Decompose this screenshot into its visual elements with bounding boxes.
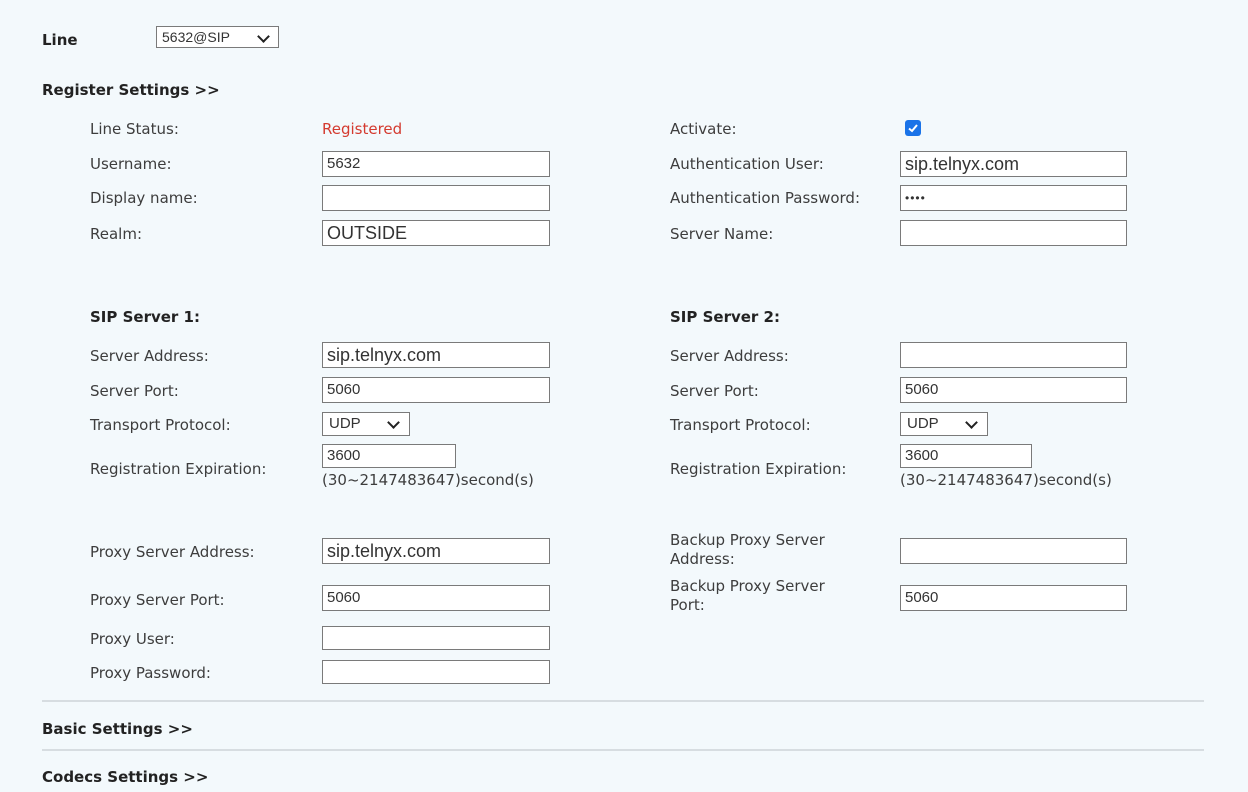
backup-proxy-address-label-line1: Backup Proxy Server (670, 531, 825, 549)
activate-label: Activate: (670, 120, 737, 138)
line-label: Line (42, 31, 78, 49)
sip2-address-label: Server Address: (670, 347, 789, 365)
basic-settings-header[interactable]: Basic Settings >> (42, 720, 193, 738)
sip-server-1-header: SIP Server 1: (90, 308, 200, 326)
auth-password-input[interactable]: •••• (900, 185, 1127, 211)
auth-user-label: Authentication User: (670, 155, 824, 173)
line-status-label: Line Status: (90, 120, 179, 138)
proxy-address-label: Proxy Server Address: (90, 543, 255, 561)
sip1-expiration-input[interactable]: 3600 (322, 444, 456, 468)
line-select-value: 5632@SIP (162, 29, 230, 45)
sip2-expiration-input[interactable]: 3600 (900, 444, 1032, 468)
backup-proxy-port-label: Backup Proxy Server Port: (670, 577, 825, 615)
line-select[interactable]: 5632@SIP (156, 26, 279, 48)
realm-label: Realm: (90, 225, 143, 243)
sip1-transport-label: Transport Protocol: (90, 416, 231, 434)
sip1-transport-value: UDP (329, 415, 361, 432)
chevron-down-icon (965, 416, 978, 429)
realm-input[interactable]: OUTSIDE (322, 220, 550, 246)
divider (42, 700, 1204, 702)
backup-proxy-port-input[interactable]: 5060 (900, 585, 1127, 611)
register-settings-header[interactable]: Register Settings >> (42, 81, 220, 99)
activate-checkbox[interactable] (905, 120, 921, 136)
sip2-expiration-label: Registration Expiration: (670, 460, 847, 478)
sip2-transport-select[interactable]: UDP (900, 412, 988, 436)
sip1-address-label: Server Address: (90, 347, 209, 365)
sip1-expiration-hint: (30~2147483647)second(s) (322, 471, 534, 489)
sip1-address-input[interactable]: sip.telnyx.com (322, 342, 550, 368)
display-name-input[interactable] (322, 185, 550, 211)
sip2-address-input[interactable] (900, 342, 1127, 368)
sip2-transport-label: Transport Protocol: (670, 416, 811, 434)
sip1-port-input[interactable]: 5060 (322, 377, 550, 403)
proxy-port-label: Proxy Server Port: (90, 591, 225, 609)
auth-user-input[interactable]: sip.telnyx.com (900, 151, 1127, 177)
proxy-password-label: Proxy Password: (90, 664, 211, 682)
sip-server-2-header: SIP Server 2: (670, 308, 780, 326)
backup-proxy-address-label: Backup Proxy Server Address: (670, 531, 825, 569)
sip1-transport-select[interactable]: UDP (322, 412, 410, 436)
display-name-label: Display name: (90, 189, 198, 207)
chevron-down-icon (387, 416, 400, 429)
proxy-address-input[interactable]: sip.telnyx.com (322, 538, 550, 564)
backup-proxy-address-input[interactable] (900, 538, 1127, 564)
divider (42, 749, 1204, 751)
sip1-port-label: Server Port: (90, 382, 179, 400)
sip2-port-input[interactable]: 5060 (900, 377, 1127, 403)
backup-proxy-address-label-line2: Address: (670, 550, 735, 568)
check-icon (908, 124, 918, 133)
proxy-user-label: Proxy User: (90, 630, 175, 648)
username-label: Username: (90, 155, 172, 173)
sip2-expiration-hint: (30~2147483647)second(s) (900, 471, 1112, 489)
line-status-value: Registered (322, 120, 403, 138)
auth-password-label: Authentication Password: (670, 189, 860, 207)
sip2-transport-value: UDP (907, 415, 939, 432)
proxy-user-input[interactable] (322, 626, 550, 650)
sip2-port-label: Server Port: (670, 382, 759, 400)
server-name-label: Server Name: (670, 225, 774, 243)
codecs-settings-header[interactable]: Codecs Settings >> (42, 768, 208, 786)
backup-proxy-port-label-line2: Port: (670, 596, 705, 614)
server-name-input[interactable] (900, 220, 1127, 246)
proxy-password-input[interactable] (322, 660, 550, 684)
sip1-expiration-label: Registration Expiration: (90, 460, 267, 478)
backup-proxy-port-label-line1: Backup Proxy Server (670, 577, 825, 595)
username-input[interactable]: 5632 (322, 151, 550, 177)
proxy-port-input[interactable]: 5060 (322, 585, 550, 611)
chevron-down-icon (257, 30, 270, 43)
